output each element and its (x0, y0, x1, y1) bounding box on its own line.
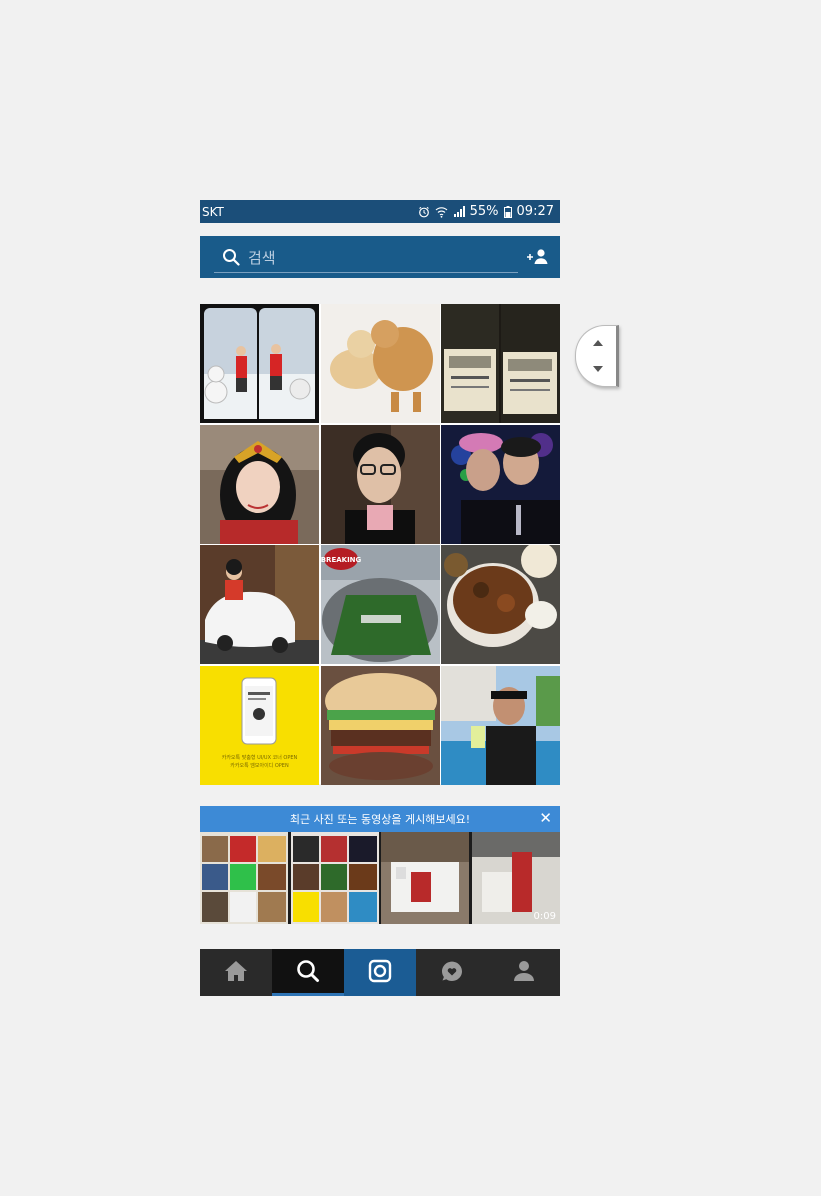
two-men-selfie-photo[interactable] (441, 424, 560, 544)
profile-icon (513, 960, 535, 986)
clock-time: 09:27 (516, 204, 554, 219)
status-bar: SKT 55% 09:27 (200, 200, 560, 223)
burger-photo[interactable] (320, 665, 440, 785)
kakaotalk-ad-photo[interactable]: 카카오톡 맞춤형 UI/UX 코너 OPEN 카카오톡 엠모아이디 OPEN (200, 665, 319, 785)
close-icon[interactable]: ✕ (539, 810, 552, 826)
search-placeholder: 검색 (248, 248, 276, 267)
recent-thumb-3[interactable] (381, 832, 470, 924)
pool-selfie-photo[interactable] (441, 665, 560, 785)
scroll-up-icon[interactable] (593, 340, 603, 346)
battery-icon (503, 205, 512, 218)
bottom-tab-bar (200, 949, 560, 996)
tab-profile[interactable] (488, 949, 560, 996)
home-icon (224, 960, 248, 986)
tab-activity[interactable] (416, 949, 488, 996)
stadium-breaking-badge: BREAKING (321, 556, 362, 564)
food-bowl-photo[interactable] (441, 545, 560, 664)
wine-bottles-photo[interactable] (441, 304, 560, 423)
scroll-down-icon[interactable] (593, 366, 603, 372)
camera-icon (368, 959, 392, 987)
tab-search[interactable] (272, 949, 344, 996)
signal-icon (453, 206, 465, 217)
costume-woman-photo[interactable] (200, 424, 319, 544)
recent-thumb-video[interactable]: 0:09 (471, 832, 561, 924)
search-input[interactable]: 검색 (214, 242, 518, 273)
activity-heart-icon (440, 959, 464, 987)
man-glasses-photo[interactable] (320, 424, 440, 544)
add-user-icon[interactable] (526, 248, 550, 270)
battery-level: 55% (469, 204, 499, 219)
tab-camera[interactable] (344, 949, 416, 996)
video-duration: 0:09 (533, 911, 556, 922)
alarm-icon (418, 206, 430, 218)
puppies-photo[interactable] (320, 304, 440, 423)
ad-text-line2: 카카오톡 엠모아이디 OPEN (230, 762, 289, 769)
recent-thumb-1[interactable] (200, 832, 289, 924)
child-toy-car-photo[interactable] (200, 545, 319, 664)
upload-banner-text: 최근 사진 또는 동영상을 게시해보세요! (289, 813, 471, 826)
recent-thumb-2[interactable] (290, 832, 380, 924)
wifi-icon (435, 206, 448, 218)
stadium-photo[interactable]: BREAKING (320, 545, 440, 664)
search-bar: 검색 (200, 236, 560, 278)
recent-media-strip: 0:09 (200, 832, 560, 924)
snowman-kids-photo[interactable] (200, 304, 319, 423)
scroll-control[interactable] (575, 325, 619, 387)
carrier-label: SKT (202, 204, 224, 219)
tab-home[interactable] (200, 949, 272, 996)
explore-photo-grid: BREAKING 카카오톡 맞춤형 UI/UX 코너 OPEN 카카오톡 엠모아… (200, 304, 560, 785)
ad-text-line1: 카카오톡 맞춤형 UI/UX 코너 OPEN (221, 754, 298, 761)
search-icon (222, 248, 240, 266)
search-icon (296, 959, 320, 987)
upload-suggestion-banner: 최근 사진 또는 동영상을 게시해보세요! ✕ (200, 806, 560, 832)
